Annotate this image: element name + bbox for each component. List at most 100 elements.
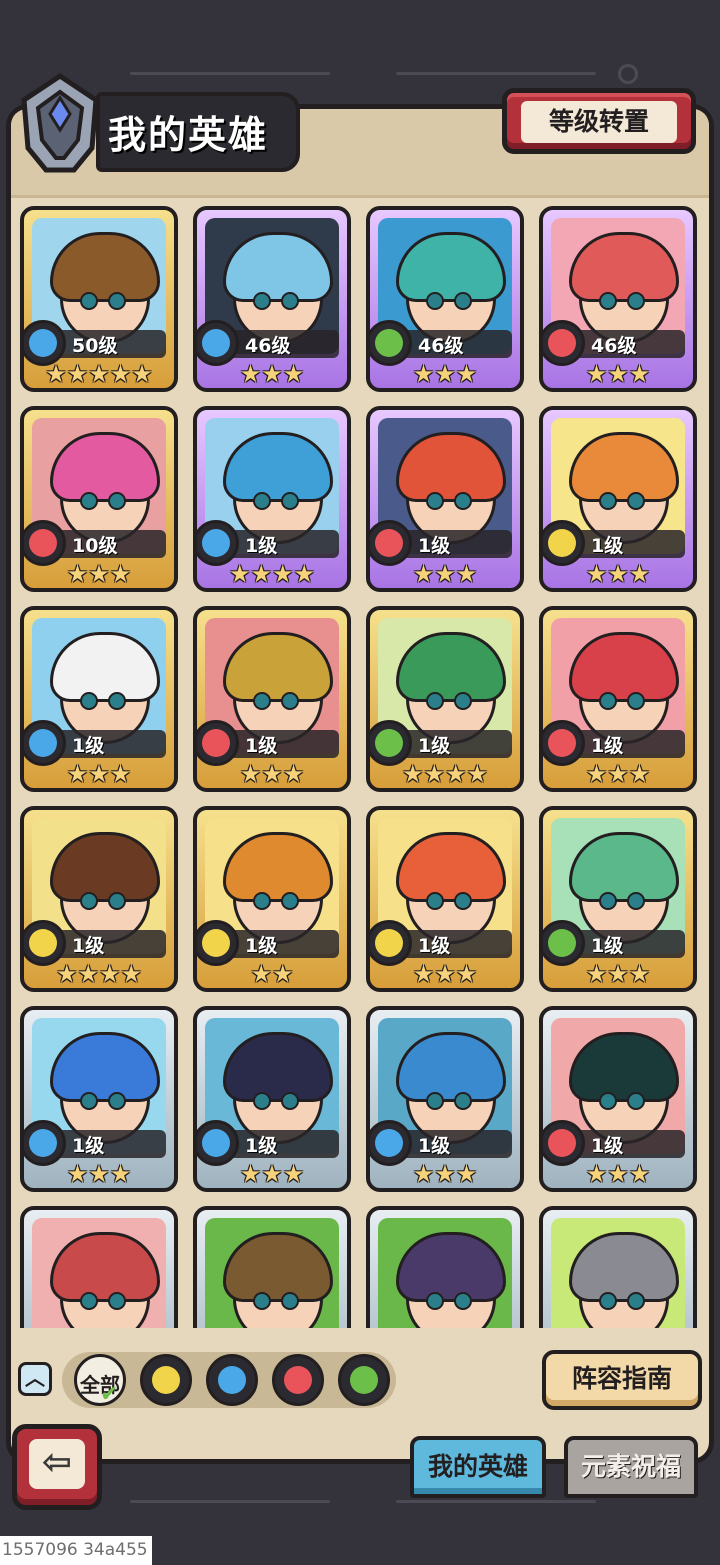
hero-card[interactable]: 1级 ★★★★ xyxy=(366,606,524,792)
chevron-up-icon[interactable]: ︿ xyxy=(18,1362,52,1396)
hero-card[interactable]: 1级 ★★★ xyxy=(366,806,524,992)
hero-level: 46级 xyxy=(245,335,291,357)
hero-stars: ★★★ xyxy=(585,960,651,988)
hero-hair xyxy=(223,1032,333,1102)
level-reset-button[interactable]: 等级转置 xyxy=(502,88,696,154)
hero-eye xyxy=(281,692,299,710)
hero-eye xyxy=(627,1092,645,1110)
hero-card[interactable]: 1级 ★★★ xyxy=(539,806,697,992)
hero-stars: ★★★★ xyxy=(228,560,316,588)
hero-eye xyxy=(454,492,472,510)
hero-card[interactable] xyxy=(20,1206,178,1328)
hero-eye xyxy=(253,1092,271,1110)
hero-level: 1级 xyxy=(245,735,278,757)
hero-card[interactable] xyxy=(539,1206,697,1328)
hero-card[interactable]: 1级 ★★ xyxy=(193,806,351,992)
hero-hair xyxy=(50,232,160,302)
hero-eye xyxy=(627,892,645,910)
hero-hair xyxy=(396,1232,506,1302)
filter-fire-button[interactable] xyxy=(272,1354,324,1406)
hero-eye xyxy=(599,1292,617,1310)
hero-eye xyxy=(253,492,271,510)
hero-card[interactable]: 1级 ★★★★ xyxy=(20,806,178,992)
hero-hair xyxy=(50,432,160,502)
hero-stars: ★★★★★ xyxy=(45,360,153,388)
hero-stars: ★★★ xyxy=(239,1160,305,1188)
tab-element-blessing[interactable]: 元素祝福 xyxy=(564,1436,698,1498)
check-icon: ✔ xyxy=(100,1382,119,1407)
filter-earth-button[interactable] xyxy=(140,1354,192,1406)
hero-hair xyxy=(50,1032,160,1102)
hero-card[interactable]: 1级 ★★★ xyxy=(20,606,178,792)
hero-eye xyxy=(599,292,617,310)
hero-eye xyxy=(80,892,98,910)
decoration-line xyxy=(396,1500,596,1503)
level-reset-label: 等级转置 xyxy=(521,101,677,143)
hero-eye xyxy=(253,1292,271,1310)
hero-card[interactable]: 1级 ★★★ xyxy=(539,406,697,592)
hero-stars: ★★ xyxy=(250,960,294,988)
hero-level: 1级 xyxy=(591,935,624,957)
hero-stars: ★★★ xyxy=(585,560,651,588)
hero-level: 1级 xyxy=(591,1135,624,1157)
hero-card[interactable]: 1级 ★★★ xyxy=(366,406,524,592)
hero-level: 1级 xyxy=(245,1135,278,1157)
page-title: 我的英雄 xyxy=(108,113,269,157)
hero-stars: ★★★ xyxy=(585,360,651,388)
hero-hair xyxy=(569,232,679,302)
hero-eye xyxy=(108,1092,126,1110)
filter-water-button[interactable] xyxy=(206,1354,258,1406)
hero-eye xyxy=(426,292,444,310)
decoration-dot xyxy=(618,64,638,84)
hero-level: 1级 xyxy=(591,535,624,557)
hero-card[interactable]: 1级 ★★★ xyxy=(539,606,697,792)
hero-eye xyxy=(108,692,126,710)
back-arrow-icon: ⇦ xyxy=(29,1439,85,1489)
tab-my-heroes[interactable]: 我的英雄 xyxy=(410,1436,546,1498)
earth-element-icon xyxy=(152,1366,180,1394)
hero-portrait xyxy=(32,1218,166,1328)
hero-hair xyxy=(50,632,160,702)
wind-element-icon xyxy=(350,1366,378,1394)
hero-portrait xyxy=(205,1218,339,1328)
lineup-guide-button[interactable]: 阵容指南 xyxy=(542,1350,702,1410)
hero-card[interactable]: 46级 ★★★ xyxy=(366,206,524,392)
decoration-line xyxy=(130,72,330,75)
hero-level: 1级 xyxy=(418,1135,451,1157)
hero-stars: ★★★★ xyxy=(55,960,143,988)
hero-stars: ★★★ xyxy=(585,1160,651,1188)
hero-card[interactable]: 50级 ★★★★★ xyxy=(20,206,178,392)
back-button[interactable]: ⇦ xyxy=(12,1424,102,1510)
hero-card[interactable] xyxy=(193,1206,351,1328)
hero-card[interactable]: 1级 ★★★ xyxy=(539,1006,697,1192)
hero-card[interactable]: 10级 ★★★ xyxy=(20,406,178,592)
hero-eye xyxy=(253,892,271,910)
hero-eye xyxy=(281,1292,299,1310)
hero-card[interactable]: 1级 ★★★★ xyxy=(193,406,351,592)
hero-card[interactable]: 1级 ★★★ xyxy=(193,606,351,792)
hero-eye xyxy=(426,892,444,910)
hero-card[interactable]: 1级 ★★★ xyxy=(366,1006,524,1192)
hero-eye xyxy=(426,1292,444,1310)
hero-level: 1级 xyxy=(591,735,624,757)
hero-eye xyxy=(454,1092,472,1110)
hero-hair xyxy=(569,832,679,902)
hero-card[interactable]: 1级 ★★★ xyxy=(20,1006,178,1192)
hero-eye xyxy=(80,292,98,310)
hero-eye xyxy=(281,292,299,310)
filter-wind-button[interactable] xyxy=(338,1354,390,1406)
build-id-label: 1557096 34a455 xyxy=(0,1536,152,1565)
hero-card[interactable] xyxy=(366,1206,524,1328)
hero-card[interactable]: 46级 ★★★ xyxy=(539,206,697,392)
hero-eye xyxy=(599,492,617,510)
hero-card[interactable]: 1级 ★★★ xyxy=(193,1006,351,1192)
helmet-icon xyxy=(21,72,99,173)
hero-eye xyxy=(599,692,617,710)
hero-stars: ★★★ xyxy=(66,760,132,788)
hero-card[interactable]: 46级 ★★★ xyxy=(193,206,351,392)
hero-stars: ★★★ xyxy=(412,1160,478,1188)
hero-eye xyxy=(454,1292,472,1310)
hero-eye xyxy=(253,292,271,310)
hero-hair xyxy=(50,1232,160,1302)
hero-hair xyxy=(396,232,506,302)
